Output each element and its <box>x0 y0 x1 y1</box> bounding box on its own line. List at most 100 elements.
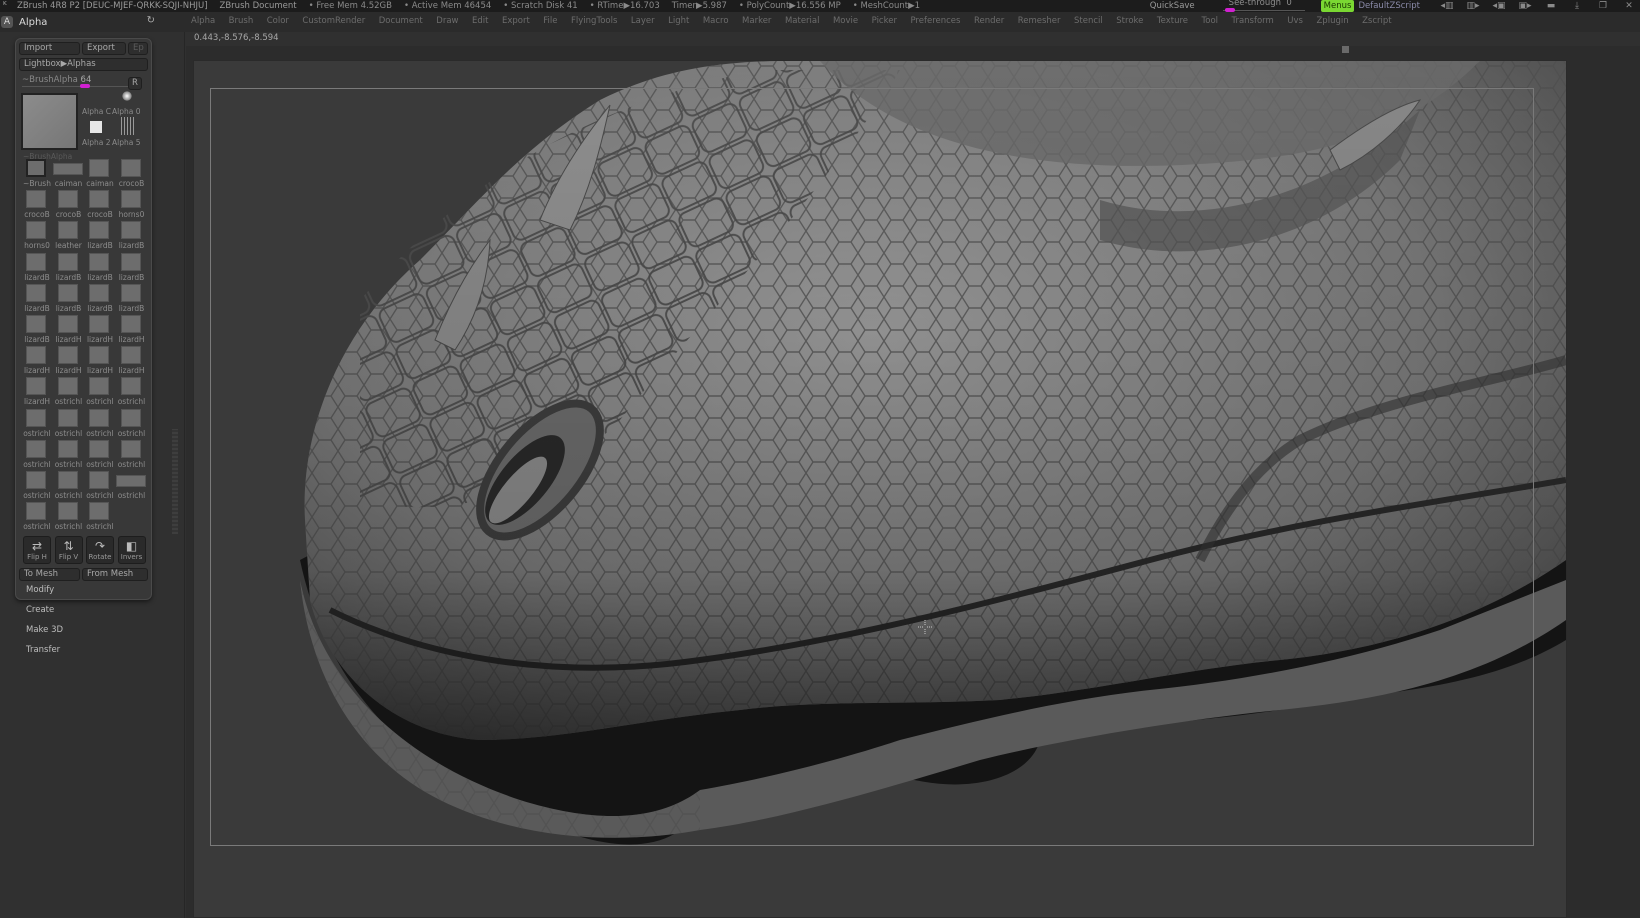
alpha-grid-item[interactable]: crocoB <box>84 190 116 221</box>
alpha-grid-item[interactable]: ostrichl <box>21 408 53 440</box>
menu-tool[interactable]: Tool <box>1202 16 1219 26</box>
alpha-grid-item[interactable]: lizardB <box>116 252 148 284</box>
menu-remesher[interactable]: Remesher <box>1018 16 1061 26</box>
layout-prev-icon[interactable]: ◂▥ <box>1436 0 1458 12</box>
r-button[interactable]: R <box>128 77 142 90</box>
alpha-grid-item[interactable]: lizardH <box>116 315 148 346</box>
from-mesh-button[interactable]: From Mesh <box>82 568 148 581</box>
default-zscript-button[interactable]: DefaultZScript <box>1358 1 1420 11</box>
alpha-5-thumb[interactable] <box>121 117 135 135</box>
alpha-grid-item[interactable]: ostrichl <box>116 408 148 440</box>
alpha-grid-item[interactable]: ostrichl <box>21 471 53 502</box>
alpha-2-thumb[interactable] <box>90 121 102 133</box>
alpha-grid-item[interactable]: lizardB <box>53 283 85 315</box>
submenu-create[interactable]: Create <box>26 605 54 615</box>
current-alpha-thumbnail[interactable] <box>21 93 78 150</box>
menu-brush[interactable]: Brush <box>229 16 254 26</box>
alpha-c-thumb[interactable] <box>122 91 132 101</box>
menu-macro[interactable]: Macro <box>703 16 729 26</box>
alpha-grid-item[interactable]: crocoB <box>53 190 85 221</box>
menu-picker[interactable]: Picker <box>872 16 897 26</box>
invert-button[interactable]: ◧ Invers <box>117 536 146 564</box>
alpha-grid-item[interactable]: ~Brush <box>21 159 53 190</box>
alpha-grid-item[interactable]: ostrichl <box>115 471 148 502</box>
restore-icon[interactable]: ❐ <box>1592 0 1614 12</box>
alpha-grid-item[interactable]: lizardB <box>84 252 116 284</box>
menu-zplugin[interactable]: Zplugin <box>1316 16 1348 26</box>
popout-icon[interactable]: ↻ <box>147 15 155 26</box>
alpha-grid-item[interactable]: lizardH <box>84 315 116 346</box>
alpha-grid-item[interactable]: crocoB <box>116 159 148 190</box>
alpha-grid-item[interactable]: lizardH <box>53 346 85 377</box>
alpha-grid-item[interactable]: lizardB <box>84 283 116 315</box>
export-button[interactable]: Export <box>82 42 126 55</box>
import-button[interactable]: Import <box>19 42 80 55</box>
brush-alpha-slider[interactable]: ~BrushAlpha 64 <box>22 75 134 88</box>
alpha-grid-item[interactable]: lizardH <box>21 377 53 408</box>
menu-transform[interactable]: Transform <box>1232 16 1274 26</box>
menu-color[interactable]: Color <box>267 16 289 26</box>
menu-texture[interactable]: Texture <box>1157 16 1188 26</box>
menu-marker[interactable]: Marker <box>742 16 771 26</box>
menu-zscript[interactable]: Zscript <box>1362 16 1392 26</box>
alpha-grid-item[interactable]: ostrichl <box>53 502 85 533</box>
alpha-grid-item[interactable]: ostrichl <box>84 502 116 533</box>
menu-layer[interactable]: Layer <box>631 16 655 26</box>
alpha-grid-item[interactable]: lizardB <box>116 221 148 252</box>
menu-light[interactable]: Light <box>668 16 689 26</box>
menu-flyingtools[interactable]: FlyingTools <box>571 16 617 26</box>
alpha-grid-item[interactable]: ostrichl <box>21 439 53 471</box>
menu-draw[interactable]: Draw <box>436 16 458 26</box>
alpha-grid-item[interactable]: ostrichl <box>53 439 85 471</box>
alpha-grid-item[interactable]: lizardB <box>21 283 53 315</box>
alpha-grid-item[interactable]: lizardH <box>116 346 148 377</box>
scrub-handle[interactable] <box>1342 46 1349 53</box>
to-mesh-button[interactable]: To Mesh <box>19 568 80 581</box>
alpha-grid-item[interactable]: caiman <box>52 159 85 190</box>
ep-button[interactable]: Ep <box>128 42 148 55</box>
flip-v-button[interactable]: ⇅ Flip V <box>54 536 83 564</box>
menu-document[interactable]: Document <box>379 16 423 26</box>
menu-edit[interactable]: Edit <box>472 16 488 26</box>
alpha-grid-item[interactable]: ostrichl <box>53 471 85 502</box>
quicksave-button[interactable]: QuickSave <box>1150 1 1195 11</box>
alpha-grid-item[interactable]: ostrichl <box>84 439 116 471</box>
menu-customrender[interactable]: CustomRender <box>302 16 365 26</box>
menus-toggle-button[interactable]: Menus <box>1320 0 1355 12</box>
minimize-icon[interactable]: ⤓ <box>1566 0 1588 12</box>
alpha-grid-item[interactable]: ostrichl <box>84 471 116 502</box>
menu-export[interactable]: Export <box>502 16 530 26</box>
alpha-grid-item[interactable]: ostrichl <box>116 439 148 471</box>
submenu-modify[interactable]: Modify <box>26 585 54 595</box>
alpha-grid-item[interactable]: lizardB <box>21 252 53 284</box>
menu-uvs[interactable]: Uvs <box>1287 16 1303 26</box>
alpha-grid-item[interactable]: lizardH <box>21 346 53 377</box>
ui-next-icon[interactable]: ▣▸ <box>1514 0 1536 12</box>
flip-h-button[interactable]: ⇄ Flip H <box>23 536 51 564</box>
rotate-button[interactable]: ↷ Rotate <box>86 536 114 564</box>
alpha-grid-item[interactable]: lizardH <box>84 346 116 377</box>
alpha-grid-item[interactable]: ostrichl <box>116 377 148 408</box>
menu-movie[interactable]: Movie <box>833 16 858 26</box>
ui-prev-icon[interactable]: ◂▣ <box>1488 0 1510 12</box>
alpha-grid-item[interactable]: lizardB <box>21 315 53 346</box>
alpha-grid-item[interactable]: horns0 <box>21 221 53 252</box>
layout-next-icon[interactable]: ▥▸ <box>1462 0 1484 12</box>
close-icon[interactable]: ✕ <box>1618 0 1640 12</box>
alpha-grid-item[interactable]: caiman <box>84 159 116 190</box>
alpha-grid-item[interactable]: horns0 <box>116 190 148 221</box>
brush-alpha-knob[interactable] <box>80 84 90 88</box>
alpha-grid-item[interactable]: lizardH <box>53 315 85 346</box>
lightbox-alphas-button[interactable]: Lightbox▶Alphas <box>19 58 148 71</box>
alpha-grid-item[interactable]: ostrichl <box>84 377 116 408</box>
alpha-grid-item[interactable]: lizardB <box>116 283 148 315</box>
alpha-grid-item[interactable]: ostrichl <box>53 408 85 440</box>
alpha-grid-item[interactable]: crocoB <box>21 190 53 221</box>
alpha-grid-item[interactable]: ostrichl <box>84 408 116 440</box>
menu-stroke[interactable]: Stroke <box>1116 16 1143 26</box>
alpha-grid-item[interactable]: lizardB <box>84 221 116 252</box>
see-through-slider[interactable]: See-through 0 <box>1222 0 1305 12</box>
alpha-grid-item[interactable]: leather <box>53 221 85 252</box>
menu-alpha[interactable]: Alpha <box>191 16 215 26</box>
submenu-make-3d[interactable]: Make 3D <box>26 625 63 635</box>
